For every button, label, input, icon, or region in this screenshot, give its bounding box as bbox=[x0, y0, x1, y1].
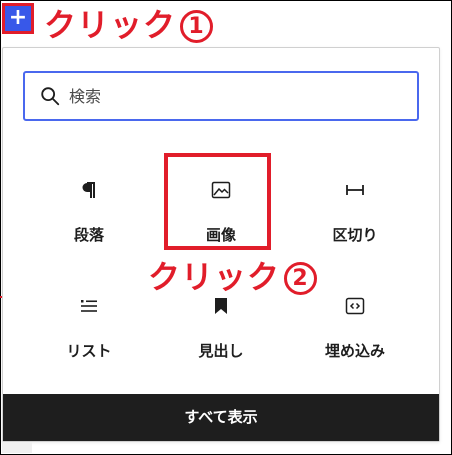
annotation-step-1-text: クリック bbox=[44, 6, 177, 44]
image-block-highlight bbox=[164, 153, 271, 250]
bottom-edge-bar bbox=[2, 442, 32, 453]
annotation-step-1: クリック 1 bbox=[44, 0, 214, 46]
search-input[interactable] bbox=[69, 82, 399, 110]
block-paragraph[interactable]: 段落 bbox=[19, 158, 159, 258]
block-list-label: リスト bbox=[66, 342, 112, 360]
block-inserter-button[interactable]: + bbox=[2, 3, 34, 34]
block-list[interactable]: リスト bbox=[19, 274, 159, 374]
search-icon bbox=[41, 87, 60, 106]
block-paragraph-label: 段落 bbox=[73, 226, 104, 244]
paragraph-icon bbox=[82, 182, 95, 198]
annotation-step-2-number: 2 bbox=[284, 262, 318, 295]
annotation-step-1-number: 1 bbox=[180, 10, 214, 43]
annotation-step-2: クリック 2 bbox=[148, 252, 318, 298]
show-all-button[interactable]: すべて表示 bbox=[3, 394, 439, 441]
separator-icon bbox=[346, 185, 364, 195]
annotation-step-2-text: クリック bbox=[148, 258, 281, 296]
block-embed-label: 埋め込み bbox=[324, 342, 385, 360]
search-field[interactable] bbox=[23, 71, 419, 121]
list-icon bbox=[81, 300, 97, 312]
block-separator[interactable]: 区切り bbox=[285, 158, 425, 258]
block-heading-label: 見出し bbox=[198, 342, 244, 360]
block-separator-label: 区切り bbox=[332, 226, 378, 244]
embed-icon bbox=[345, 297, 365, 315]
